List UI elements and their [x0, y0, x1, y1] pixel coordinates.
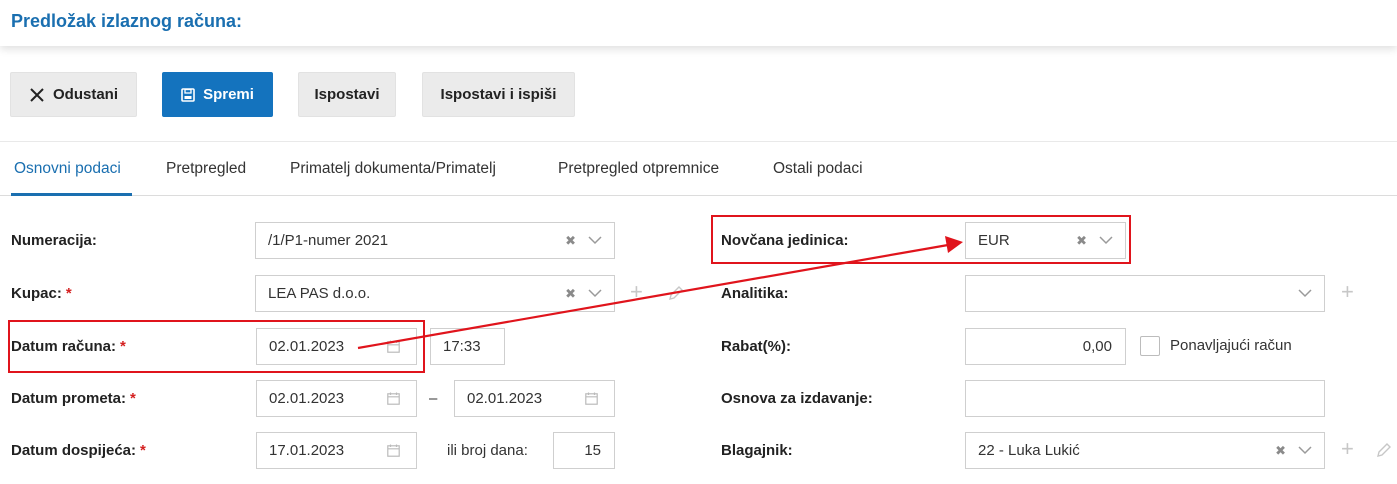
- annotation-arrow: [357, 236, 963, 350]
